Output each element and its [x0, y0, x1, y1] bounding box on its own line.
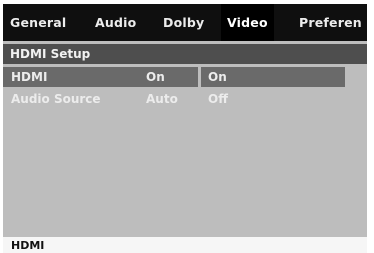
menu-tab-bar: General Audio Dolby Video Preferen [3, 4, 367, 41]
option-on[interactable]: On [201, 67, 345, 87]
setting-row-hdmi[interactable]: HDMI On [3, 67, 198, 87]
setting-value-audio-source: Auto [146, 92, 178, 106]
tab-audio[interactable]: Audio [95, 4, 136, 41]
tab-preferences[interactable]: Preferen [299, 4, 362, 41]
option-off[interactable]: Off [201, 89, 345, 109]
setting-value-hdmi: On [146, 70, 165, 84]
setting-label-audio-source: Audio Source [11, 92, 101, 106]
setup-menu-screen: General Audio Dolby Video Preferen HDMI … [3, 4, 367, 253]
section-title: HDMI Setup [3, 44, 367, 64]
tab-dolby[interactable]: Dolby [163, 4, 204, 41]
tab-video[interactable]: Video [221, 4, 274, 41]
tab-general[interactable]: General [10, 4, 66, 41]
setting-row-audio-source[interactable]: Audio Source Auto [3, 89, 198, 109]
help-footer: HDMI [3, 237, 367, 253]
setting-label-hdmi: HDMI [11, 70, 48, 84]
